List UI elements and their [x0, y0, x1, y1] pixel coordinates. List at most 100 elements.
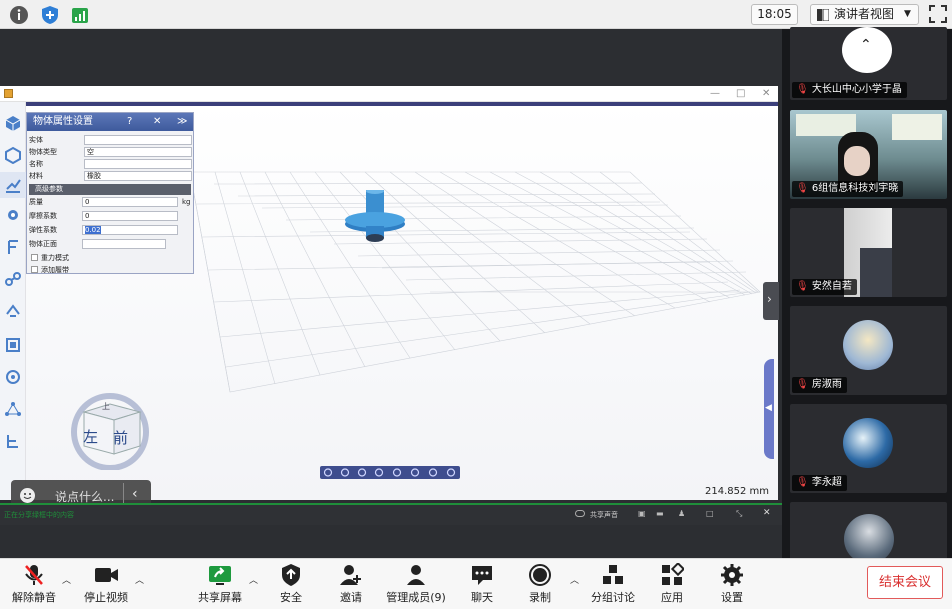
cube-tool-icon[interactable]	[4, 114, 22, 132]
chevron-left-icon[interactable]: ‹	[132, 486, 138, 502]
manage-members-button[interactable]: 管理成员(9)	[382, 561, 450, 607]
settings-label: 设置	[721, 591, 743, 604]
tree-tool-icon[interactable]	[4, 432, 22, 450]
sensor-tool-icon[interactable]	[4, 368, 22, 386]
chat-icon[interactable]: ▬	[656, 509, 664, 518]
shield-icon[interactable]	[40, 5, 60, 25]
participant-tile[interactable]: 🎙 李永超	[790, 404, 947, 493]
frame-tool-icon[interactable]	[4, 336, 22, 354]
settings-button[interactable]: 设置	[712, 561, 752, 607]
fullscreen-icon[interactable]	[929, 5, 947, 23]
view-cube-ring	[71, 393, 149, 471]
help-button[interactable]: ?	[127, 113, 132, 131]
front-input[interactable]	[82, 239, 166, 249]
gear-tool-icon[interactable]	[4, 206, 22, 224]
close-icon[interactable]: ✕	[762, 86, 770, 101]
security-label: 安全	[280, 591, 302, 604]
breakout-button[interactable]: 分组讨论	[586, 561, 640, 607]
chevron-up-icon[interactable]: ︿	[135, 573, 144, 586]
stop-video-label: 停止视频	[84, 591, 128, 604]
participant-tile[interactable]: 🎙 6组信息科技刘宇晓	[790, 110, 947, 199]
name-input[interactable]	[84, 159, 192, 169]
participant-name-text: 6组信息科技刘宇晓	[811, 183, 899, 194]
chevron-up-icon[interactable]: ⌃	[860, 37, 872, 53]
track-checkbox[interactable]	[31, 266, 38, 273]
avatar	[844, 514, 894, 562]
signal-icon[interactable]	[70, 5, 90, 25]
gallery-toggle-handle[interactable]: ›	[763, 282, 779, 320]
unmute-button[interactable]: 解除静音	[6, 561, 62, 607]
tool-strip	[0, 102, 26, 500]
mic-muted-icon: 🎙	[796, 477, 809, 488]
motor-tool-icon[interactable]	[4, 302, 22, 320]
participant-tile[interactable]: 🎙 安然自若	[790, 208, 947, 297]
app-window: — □ ✕ 物体属性设置 ? ✕ ≫ 实体 物体类型 空 名称 材料 橡胶 高级…	[0, 86, 778, 500]
nav-buttons-icon[interactable]	[320, 466, 460, 479]
info-icon[interactable]	[9, 5, 29, 25]
apps-label: 应用	[661, 591, 683, 604]
chevron-down-icon: ▼	[904, 9, 911, 19]
gravity-label: 重力模式	[41, 254, 69, 262]
elasticity-input[interactable]: 0.02	[82, 225, 178, 235]
param-label-friction: 摩擦系数	[29, 212, 57, 220]
participant-name: 🎙 房淑雨	[792, 377, 847, 393]
meeting-toolbar: 解除静音 ︿ 停止视频 ︿ 共享屏幕 ︿ 安全 邀请 管理成员(9) 聊天 录制…	[0, 558, 952, 609]
3d-model[interactable]	[340, 190, 415, 258]
stop-share-close-icon[interactable]: ✕	[763, 508, 771, 518]
field-label-material: 材料	[29, 172, 43, 180]
entity-select[interactable]	[84, 135, 192, 145]
minimize-icon[interactable]: —	[710, 86, 720, 101]
share-status-bar: 正在分享绿框中的内容 共享声音 ▣ ▬ ♟ □ ⤡ ✕	[0, 503, 782, 525]
shared-screen: — □ ✕ 物体属性设置 ? ✕ ≫ 实体 物体类型 空 名称 材料 橡胶 高级…	[0, 29, 782, 558]
function-tool-icon[interactable]	[4, 238, 22, 256]
view-mode-button[interactable]: 演讲者视图 ▼	[810, 4, 919, 25]
ground-grid	[189, 171, 761, 393]
top-bar: 18:05 演讲者视图 ▼	[0, 0, 952, 29]
people-icon[interactable]: ♟	[678, 509, 685, 518]
panel-header: 物体属性设置 ? ✕ ≫	[27, 113, 193, 131]
annotate-icon[interactable]: ▣	[638, 509, 646, 518]
network-tool-icon[interactable]	[4, 400, 22, 418]
shield-icon	[282, 564, 300, 586]
participant-tile[interactable]	[790, 502, 947, 562]
participant-tile[interactable]: 🎙 房淑雨	[790, 306, 947, 395]
record-button[interactable]: 录制	[520, 561, 560, 607]
emoji-icon[interactable]	[19, 487, 36, 504]
material-select[interactable]: 橡胶	[84, 171, 192, 181]
gravity-checkbox[interactable]	[31, 254, 38, 261]
manage-members-label: 管理成员(9)	[386, 591, 446, 604]
panel-close-button[interactable]: ✕	[153, 113, 161, 131]
toggle-icon[interactable]	[575, 510, 585, 517]
panel-title: 物体属性设置	[33, 116, 93, 127]
chevron-up-icon[interactable]: ︿	[62, 573, 71, 586]
apps-button[interactable]: 应用	[652, 561, 692, 607]
invite-button[interactable]: 邀请	[330, 561, 372, 607]
properties-panel: 物体属性设置 ? ✕ ≫ 实体 物体类型 空 名称 材料 橡胶 高级参数 质量 …	[26, 112, 194, 274]
side-panel-handle[interactable]: ◀	[764, 359, 774, 459]
share-sound-label[interactable]: 共享声音	[590, 510, 618, 520]
friction-input[interactable]: 0	[82, 211, 178, 221]
shrink-icon[interactable]: ⤡	[736, 509, 742, 519]
type-select[interactable]: 空	[84, 147, 192, 157]
window-icon[interactable]: □	[706, 509, 714, 518]
scale-readout: 214.852 mm	[705, 486, 770, 497]
maximize-icon[interactable]: □	[736, 86, 745, 101]
breakout-label: 分组讨论	[591, 591, 635, 604]
mass-input[interactable]: 0	[82, 197, 178, 207]
chevron-up-icon[interactable]: ︿	[570, 573, 579, 586]
share-screen-button[interactable]: 共享屏幕	[192, 561, 248, 607]
video-face	[844, 146, 870, 176]
view-mode-label: 演讲者视图	[834, 7, 895, 21]
participant-tile[interactable]: ⌃ 🎙 大长山中心小学于晶	[790, 27, 947, 100]
link-tool-icon[interactable]	[4, 270, 22, 288]
security-button[interactable]: 安全	[270, 561, 312, 607]
end-meeting-button[interactable]: 结束会议	[867, 566, 943, 599]
chat-button[interactable]: 聊天	[462, 561, 502, 607]
3d-canvas[interactable]: 物体属性设置 ? ✕ ≫ 实体 物体类型 空 名称 材料 橡胶 高级参数 质量 …	[0, 102, 778, 500]
view-cube[interactable]: 上 左 前	[66, 390, 154, 471]
collapse-icon[interactable]: ≫	[177, 113, 187, 131]
chart-tool-icon[interactable]	[4, 176, 22, 194]
hex-tool-icon[interactable]	[4, 146, 22, 164]
chevron-up-icon[interactable]: ︿	[249, 573, 258, 586]
stop-video-button[interactable]: 停止视频	[78, 561, 134, 607]
